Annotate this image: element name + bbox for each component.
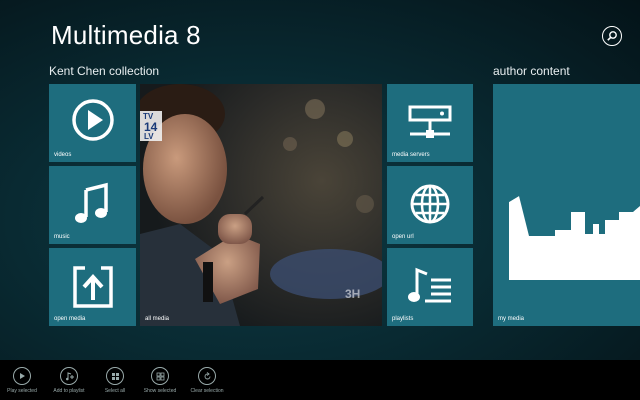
search-button[interactable]	[602, 26, 622, 46]
all-media-photo: TV 14 LV 3H	[140, 84, 382, 326]
tile-open-url-label: open url	[392, 234, 414, 240]
tile-open-media-label: open media	[54, 316, 86, 322]
tile-open-url[interactable]: open url	[387, 166, 473, 244]
tile-media-servers-label: media servers	[392, 152, 430, 158]
select-all-icon	[111, 372, 119, 380]
globe-icon	[410, 184, 450, 224]
tile-all-media-label: all media	[145, 316, 170, 322]
playlist-icon	[408, 267, 451, 303]
clear-selection-label: Clear selection	[190, 388, 224, 394]
tile-my-media-label: my media	[498, 316, 525, 322]
tile-music-label: music	[54, 234, 70, 240]
add-to-playlist-label: Add to playlist	[53, 388, 85, 394]
show-selected-label: Show selected	[143, 388, 177, 394]
channel-bug-bottom: LV	[144, 132, 154, 141]
search-icon	[607, 31, 617, 41]
tile-playlists-label: playlists	[392, 316, 414, 322]
show-selected-icon	[156, 372, 164, 380]
add-playlist-icon	[65, 371, 74, 380]
tile-all-media[interactable]: TV 14 LV 3H all media	[140, 84, 382, 326]
tile-media-servers[interactable]: media servers	[387, 84, 473, 162]
app-bar: Play selected Add to playlist Select all…	[0, 360, 640, 400]
tile-music[interactable]: music	[49, 166, 136, 244]
play-icon	[71, 99, 114, 141]
open-share-icon	[72, 266, 113, 308]
app-title: Multimedia 8	[51, 20, 201, 50]
tile-my-media[interactable]: my media	[493, 84, 640, 326]
tile-playlists[interactable]: playlists	[387, 248, 473, 326]
collection-title: Kent Chen collection	[49, 64, 160, 78]
play-selected-label: Play selected	[7, 388, 37, 394]
author-content-title: author content	[493, 64, 570, 78]
tile-videos-label: videos	[54, 152, 72, 158]
music-note-icon	[74, 182, 108, 223]
skyline-image	[509, 132, 640, 280]
select-all-label: Select all	[104, 388, 126, 394]
network-server-icon	[408, 105, 452, 138]
clear-selection-button[interactable]: Clear selection	[178, 367, 236, 394]
photo-watermark: 3H	[345, 287, 360, 301]
play-icon	[20, 373, 25, 379]
tile-videos[interactable]: videos	[49, 84, 136, 162]
clear-selection-icon	[204, 371, 210, 379]
tile-open-media[interactable]: open media	[49, 248, 136, 326]
